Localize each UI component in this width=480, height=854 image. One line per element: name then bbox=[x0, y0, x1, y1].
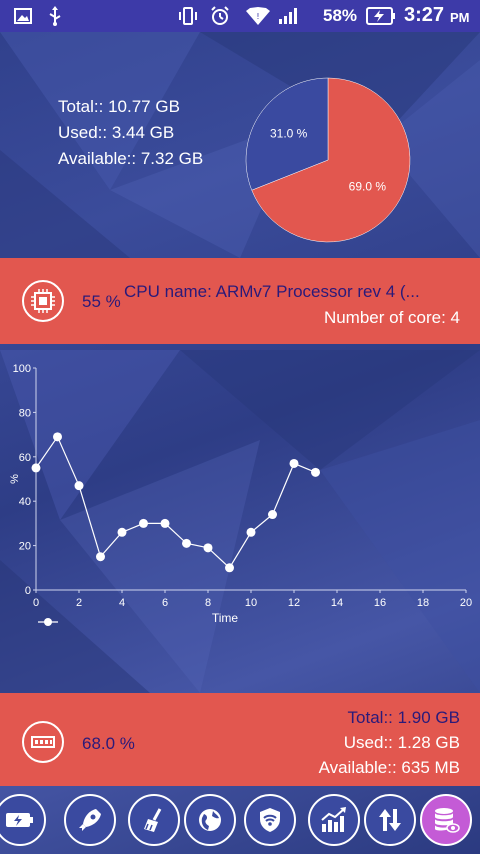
data-point bbox=[117, 527, 127, 537]
rocket-icon bbox=[79, 809, 101, 831]
data-point bbox=[53, 432, 62, 442]
database-eye-icon bbox=[435, 808, 460, 833]
globe-icon bbox=[199, 809, 221, 831]
trend-chart-icon bbox=[321, 807, 346, 832]
cpu-usage: 55 % bbox=[82, 292, 121, 311]
storage-available: Available:: 7.32 GB bbox=[58, 149, 204, 168]
broom-icon bbox=[144, 808, 162, 832]
data-point bbox=[289, 458, 299, 468]
data-point bbox=[311, 467, 320, 477]
pie-label-1: 69.0 % bbox=[349, 180, 387, 194]
pie-label-2: 31.0 % bbox=[270, 126, 308, 140]
nav-battery[interactable] bbox=[0, 794, 46, 846]
nav-security[interactable] bbox=[244, 794, 296, 846]
clock-ampm: PM bbox=[450, 10, 470, 25]
ram-stick-icon bbox=[22, 721, 64, 763]
ram-usage: 68.0 % bbox=[82, 734, 135, 753]
x-tick-label: 10 bbox=[245, 597, 257, 609]
x-axis-label: Time bbox=[212, 611, 239, 625]
ram-panel: 68.0 % Total:: 1.90 GB Used:: 1.28 GB Av… bbox=[0, 693, 480, 786]
cpu-name: CPU name: ARMv7 Processor rev 4 (... bbox=[124, 282, 420, 301]
cpu-chip-icon bbox=[22, 280, 64, 322]
data-point bbox=[74, 481, 84, 491]
svg-text:!: ! bbox=[256, 12, 259, 21]
y-tick-label: 60 bbox=[19, 452, 31, 464]
up-down-arrows-icon bbox=[379, 809, 401, 831]
battery-percent: 58% bbox=[323, 6, 358, 25]
vibrate-icon bbox=[178, 6, 198, 26]
data-point bbox=[31, 463, 41, 473]
status-bar: ! 58% 3:27 PM bbox=[0, 0, 480, 32]
bottom-navigation bbox=[0, 790, 480, 854]
x-tick-label: 2 bbox=[76, 597, 82, 609]
nav-stats[interactable] bbox=[308, 794, 360, 846]
ram-used: Used:: 1.28 GB bbox=[343, 733, 460, 752]
x-tick-label: 6 bbox=[162, 597, 168, 609]
series-line-1 bbox=[35, 435, 316, 569]
storage-pie-chart: 69.0 % 31.0 % bbox=[240, 70, 420, 250]
nav-network[interactable] bbox=[184, 794, 236, 846]
x-tick-label: 16 bbox=[374, 597, 386, 609]
data-point bbox=[96, 552, 105, 562]
data-point bbox=[203, 543, 213, 553]
shield-wifi-icon bbox=[260, 808, 280, 832]
x-tick-label: 8 bbox=[205, 597, 211, 609]
y-tick-label: 80 bbox=[19, 407, 31, 419]
data-point bbox=[182, 538, 191, 548]
cpu-core-count: Number of core: 4 bbox=[323, 308, 460, 327]
y-tick-label: 20 bbox=[19, 541, 31, 553]
x-tick-label: 14 bbox=[331, 597, 343, 609]
cpu-panel: 55 % CPU name: ARMv7 Processor rev 4 (..… bbox=[0, 258, 480, 344]
signal-icon bbox=[278, 6, 298, 26]
x-tick-label: 20 bbox=[460, 597, 472, 609]
y-tick-label: 0 bbox=[25, 585, 31, 597]
y-tick-label: 100 bbox=[13, 363, 31, 375]
x-tick-label: 18 bbox=[417, 597, 429, 609]
nav-clean[interactable] bbox=[128, 794, 180, 846]
nav-storage[interactable] bbox=[420, 794, 472, 846]
cpu-usage-chart: 0 20 40 60 80 100 0 2 4 6 8 10 12 14 16 18 20 Time% bbox=[0, 350, 480, 640]
storage-total: Total:: 10.77 GB bbox=[58, 97, 180, 116]
nav-boost[interactable] bbox=[64, 794, 116, 846]
alarm-icon bbox=[210, 6, 230, 26]
data-point bbox=[246, 527, 256, 537]
y-axis-label: % bbox=[9, 474, 21, 484]
x-tick-label: 4 bbox=[119, 597, 125, 609]
nav-transfer[interactable] bbox=[364, 794, 416, 846]
wifi-icon: ! bbox=[246, 6, 270, 26]
data-point bbox=[139, 518, 148, 528]
battery-charging-icon bbox=[366, 6, 396, 26]
y-tick-label: 40 bbox=[19, 496, 31, 508]
gallery-icon bbox=[14, 6, 32, 26]
usb-icon bbox=[48, 6, 62, 26]
x-tick-label: 0 bbox=[33, 597, 39, 609]
data-point bbox=[160, 518, 170, 528]
data-point bbox=[225, 563, 234, 573]
legend-marker bbox=[44, 618, 52, 626]
storage-stats: Total:: 10.77 GB Used:: 3.44 GB Availabl… bbox=[58, 94, 203, 172]
clock-time: 3:27 bbox=[404, 4, 445, 26]
battery-icon bbox=[6, 813, 33, 827]
x-tick-label: 12 bbox=[288, 597, 300, 609]
data-point bbox=[268, 510, 277, 520]
ram-available: Available:: 635 MB bbox=[318, 758, 460, 777]
ram-total: Total:: 1.90 GB bbox=[347, 708, 460, 727]
storage-used: Used:: 3.44 GB bbox=[58, 123, 175, 142]
